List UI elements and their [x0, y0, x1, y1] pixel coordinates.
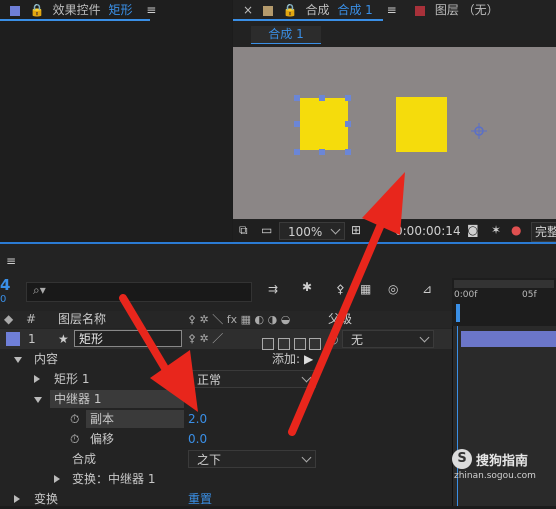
watermark: S 搜狗指南 zhinan.sogou.com: [452, 449, 556, 485]
sogou-logo-icon: S: [452, 449, 472, 469]
arrow-up-to-canvas: [288, 172, 405, 436]
watermark-brand: 搜狗指南: [476, 454, 529, 469]
watermark-url: zhinan.sogou.com: [454, 471, 536, 481]
annotation-arrows: [119, 172, 405, 436]
arrow-down-to-copies: [119, 294, 198, 412]
